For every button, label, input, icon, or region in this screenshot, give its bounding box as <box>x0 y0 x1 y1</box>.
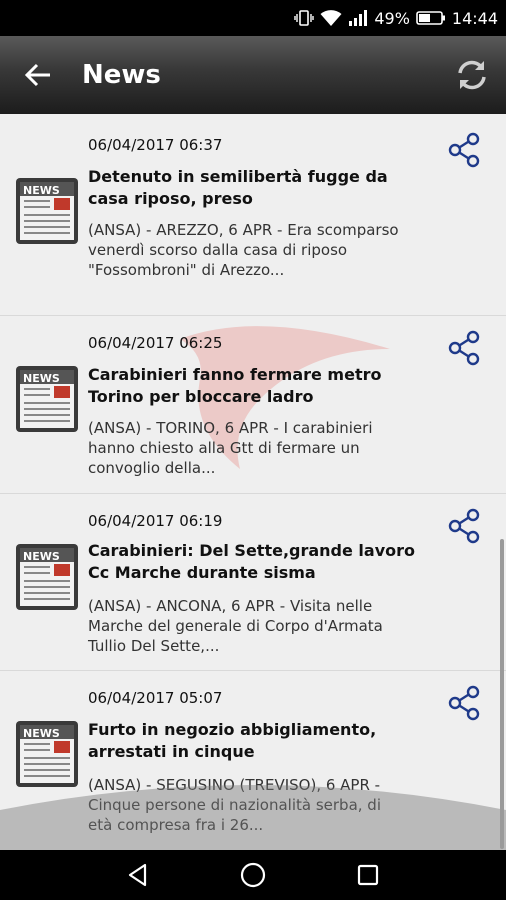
refresh-icon <box>458 60 486 90</box>
circle-home-icon <box>240 862 266 888</box>
news-summary: (ANSA) - ANCONA, 6 APR - Visita nelle Ma… <box>88 597 383 655</box>
share-icon <box>448 132 480 168</box>
news-title: Furto in negozio abbigliamento, arrestat… <box>88 720 377 761</box>
news-date: 06/04/2017 06:25 <box>88 334 223 352</box>
back-button[interactable] <box>8 36 68 114</box>
wifi-icon <box>320 9 342 27</box>
scrollbar[interactable] <box>500 539 504 849</box>
svg-text:NEWS: NEWS <box>23 550 60 563</box>
share-button[interactable] <box>444 328 484 368</box>
news-title: Carabinieri fanno fermare metro Torino p… <box>88 365 382 406</box>
status-bar: 49% 14:44 <box>0 0 506 36</box>
news-summary: (ANSA) - TORINO, 6 APR - I carabinieri h… <box>88 419 373 477</box>
app-bar: News <box>0 36 506 114</box>
share-button[interactable] <box>444 130 484 170</box>
share-button[interactable] <box>444 683 484 723</box>
news-summary: (ANSA) - AREZZO, 6 APR - Era scomparso v… <box>88 221 399 279</box>
nav-home-button[interactable] <box>228 850 278 900</box>
battery-percent: 49% <box>374 8 410 28</box>
list-item[interactable]: NEWS 06/04/2017 06:25 Carabinieri fanno … <box>0 316 506 494</box>
news-date: 06/04/2017 05:07 <box>88 689 223 707</box>
navigation-bar <box>0 850 506 900</box>
svg-text:NEWS: NEWS <box>23 372 60 385</box>
svg-text:NEWS: NEWS <box>23 727 60 740</box>
news-thumbnail-icon: NEWS <box>16 721 78 787</box>
share-icon <box>448 685 480 721</box>
nav-back-button[interactable] <box>113 850 163 900</box>
battery-icon <box>416 10 446 26</box>
news-thumbnail-icon: NEWS <box>16 366 78 432</box>
vibrate-icon <box>294 9 315 27</box>
share-icon <box>448 330 480 366</box>
square-recents-icon <box>358 864 379 886</box>
clock: 14:44 <box>451 8 498 28</box>
nav-recents-button[interactable] <box>343 850 393 900</box>
signal-icon <box>348 9 368 27</box>
refresh-button[interactable] <box>442 36 502 114</box>
share-button[interactable] <box>444 506 484 546</box>
news-date: 06/04/2017 06:37 <box>88 136 223 154</box>
triangle-back-icon <box>128 863 146 887</box>
page-title: News <box>82 60 161 90</box>
news-date: 06/04/2017 06:19 <box>88 512 223 530</box>
news-thumbnail-icon: NEWS <box>16 178 78 244</box>
svg-text:NEWS: NEWS <box>23 184 60 197</box>
bottom-wave-decoration <box>0 785 506 850</box>
news-title: Detenuto in semilibertà fugge da casa ri… <box>88 167 388 208</box>
share-icon <box>448 508 480 544</box>
news-list[interactable]: NEWS 06/04/2017 06:37 Detenuto in semili… <box>0 114 506 850</box>
news-thumbnail-icon: NEWS <box>16 544 78 610</box>
list-item[interactable]: NEWS 06/04/2017 06:19 Carabinieri: Del S… <box>0 494 506 671</box>
list-item[interactable]: NEWS 06/04/2017 06:37 Detenuto in semili… <box>0 114 506 316</box>
news-title: Carabinieri: Del Sette,grande lavoro Cc … <box>88 541 416 582</box>
arrow-left-icon <box>24 63 50 87</box>
